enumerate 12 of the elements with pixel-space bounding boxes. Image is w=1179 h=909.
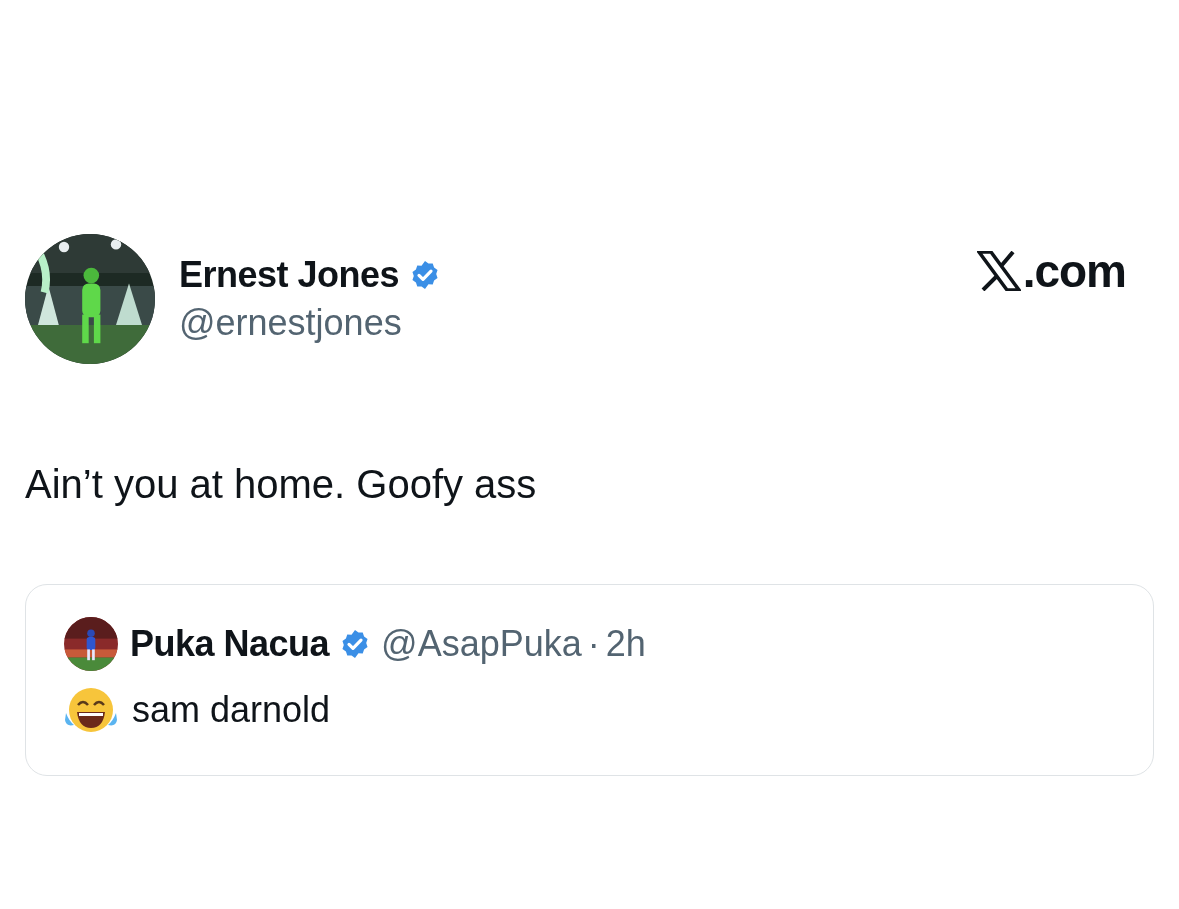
tweet-text: Ain’t you at home. Goofy ass [25, 461, 538, 508]
x-logo-icon [976, 251, 1021, 291]
author-handle: @ernestjones [179, 302, 403, 344]
quoted-tweet-card[interactable]: Puka Nacua @AsapPuka · 2h sam darnold [25, 584, 1154, 776]
quoted-author-name: Puka Nacua [130, 623, 330, 665]
quoted-tweet-text: sam darnold [132, 689, 331, 731]
post-time: 2h [605, 623, 646, 665]
author-name: Ernest Jones [179, 254, 400, 296]
separator-dot: · [587, 623, 600, 665]
site-domain: .com [1022, 244, 1126, 298]
laughing-face-icon [64, 685, 118, 735]
quoted-author-handle: @AsapPuka [381, 623, 582, 665]
